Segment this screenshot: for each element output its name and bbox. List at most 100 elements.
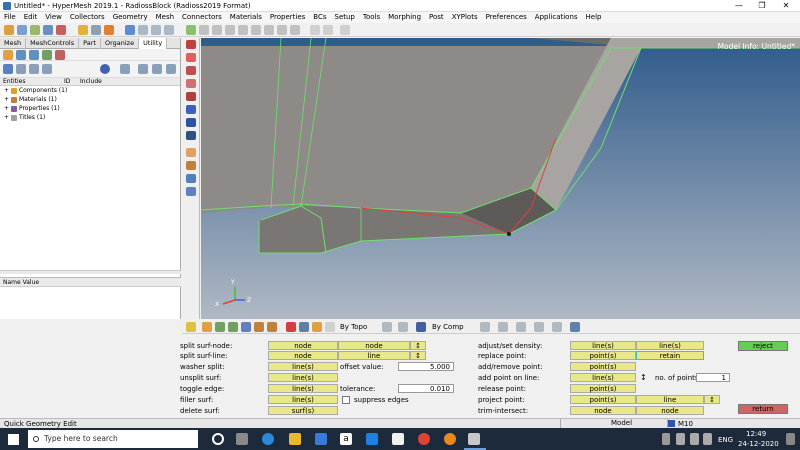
- pan-icon[interactable]: [225, 25, 235, 35]
- display-style-icon[interactable]: [382, 322, 392, 332]
- taskbar-search-box[interactable]: Type here to search: [28, 430, 198, 448]
- trim-intersect-btn-1[interactable]: node: [570, 406, 636, 415]
- adjust-density-btn-2[interactable]: line(s): [636, 341, 704, 350]
- view-front-icon[interactable]: [138, 25, 148, 35]
- split-surf-node-toggle[interactable]: ↕: [410, 341, 426, 350]
- tree-item-components[interactable]: + Components (1): [0, 86, 180, 95]
- view-options-icon[interactable]: [340, 25, 350, 35]
- expand-icon[interactable]: +: [4, 114, 11, 121]
- edge-browser-icon[interactable]: [262, 433, 274, 445]
- shading-icon[interactable]: [552, 322, 562, 332]
- save-icon[interactable]: [17, 25, 27, 35]
- npoints-toggle[interactable]: ↕: [640, 373, 647, 382]
- mask-icon[interactable]: [202, 322, 212, 332]
- tab-organize[interactable]: Organize: [101, 38, 140, 49]
- element-style-icon[interactable]: [498, 322, 508, 332]
- unmask-icon[interactable]: [215, 322, 225, 332]
- mask-all-icon[interactable]: [228, 322, 238, 332]
- view-top-icon[interactable]: [164, 25, 174, 35]
- suppress-edges-checkbox[interactable]: [342, 396, 350, 404]
- by-comp-select[interactable]: By Comp: [432, 323, 464, 331]
- user-icon[interactable]: [78, 25, 88, 35]
- find-attached-icon[interactable]: [254, 322, 264, 332]
- by-topo-select[interactable]: By Topo: [340, 323, 367, 331]
- export-icon[interactable]: [43, 25, 53, 35]
- fit-icon[interactable]: [186, 25, 196, 35]
- menu-applications[interactable]: Applications: [531, 12, 582, 23]
- entities-column[interactable]: Entities: [3, 78, 25, 85]
- cortana-icon[interactable]: [212, 433, 224, 445]
- element-icon[interactable]: [186, 118, 196, 127]
- entity-view-icon[interactable]: [3, 64, 13, 74]
- menu-post[interactable]: Post: [425, 12, 448, 23]
- shade-icon[interactable]: [186, 187, 196, 196]
- point-icon[interactable]: [186, 92, 196, 101]
- menu-materials[interactable]: Materials: [226, 12, 266, 23]
- volume-icon[interactable]: [690, 433, 699, 445]
- washer-split-btn[interactable]: line(s): [268, 362, 338, 371]
- adjust-density-btn-1[interactable]: line(s): [570, 341, 636, 350]
- language-indicator[interactable]: ENG: [718, 436, 733, 444]
- mail-icon[interactable]: [315, 433, 327, 445]
- expand-icon[interactable]: +: [4, 87, 11, 94]
- measure-icon[interactable]: [186, 148, 196, 157]
- amazon-icon[interactable]: a: [340, 433, 352, 445]
- transform-icon[interactable]: [299, 322, 309, 332]
- line-style-icon[interactable]: [516, 322, 526, 332]
- geometry-icon[interactable]: [186, 40, 196, 49]
- view-iso-icon[interactable]: [125, 25, 135, 35]
- chrome-canary-icon[interactable]: [444, 433, 456, 445]
- browser-icon-5[interactable]: [55, 50, 65, 60]
- menu-file[interactable]: File: [0, 12, 20, 23]
- panel-splitter[interactable]: [0, 270, 181, 274]
- transparency-icon[interactable]: [570, 322, 580, 332]
- abc-icon[interactable]: [186, 161, 196, 170]
- return-button[interactable]: return: [738, 404, 788, 414]
- line-icon[interactable]: [186, 79, 196, 88]
- id-column[interactable]: ID: [64, 78, 70, 85]
- browser-icon-3[interactable]: [29, 50, 39, 60]
- hide-icon[interactable]: [152, 64, 162, 74]
- toggle-edge-btn[interactable]: line(s): [268, 384, 338, 393]
- delete-icon[interactable]: [286, 322, 296, 332]
- app-icon[interactable]: [392, 433, 404, 445]
- split-surf-node-btn-2[interactable]: node: [338, 341, 410, 350]
- reverse-icon[interactable]: [166, 64, 176, 74]
- expand-icon[interactable]: +: [4, 96, 11, 103]
- menu-collectors[interactable]: Collectors: [66, 12, 109, 23]
- surface-icon[interactable]: [186, 53, 196, 62]
- tab-utility[interactable]: Utility: [139, 38, 168, 49]
- menu-help[interactable]: Help: [582, 12, 606, 23]
- add-point-on-line-btn[interactable]: line(s): [570, 373, 636, 382]
- project-point-toggle[interactable]: ↕: [704, 395, 720, 404]
- rotate-left-icon[interactable]: [264, 25, 274, 35]
- find-icon[interactable]: [42, 64, 52, 74]
- menu-preferences[interactable]: Preferences: [482, 12, 531, 23]
- split-surf-line-toggle[interactable]: ↕: [410, 351, 426, 360]
- import-icon[interactable]: [30, 25, 40, 35]
- tree-item-titles[interactable]: + Titles (1): [0, 113, 180, 122]
- close-button[interactable]: ✕: [775, 0, 797, 12]
- browser-icon-2[interactable]: [16, 50, 26, 60]
- organize-icon[interactable]: [312, 322, 322, 332]
- tree-item-properties[interactable]: + Properties (1): [0, 104, 180, 113]
- menu-properties[interactable]: Properties: [266, 12, 309, 23]
- no-of-points-input[interactable]: 1: [696, 373, 730, 382]
- file-explorer-icon[interactable]: [289, 433, 301, 445]
- project-point-btn-2[interactable]: line: [636, 395, 704, 404]
- include-column[interactable]: Include: [80, 78, 102, 85]
- show-icon[interactable]: [138, 64, 148, 74]
- model-view-icon[interactable]: [16, 64, 26, 74]
- tree-item-materials[interactable]: + Materials (1): [0, 95, 180, 104]
- menu-view[interactable]: View: [41, 12, 66, 23]
- mesh-style-icon[interactable]: [480, 322, 490, 332]
- center-icon[interactable]: [290, 25, 300, 35]
- menu-geometry[interactable]: Geometry: [109, 12, 152, 23]
- tab-part[interactable]: Part: [79, 38, 101, 49]
- chrome-icon[interactable]: [418, 433, 430, 445]
- windows-start-icon[interactable]: [8, 434, 19, 445]
- wire-style-icon[interactable]: [398, 322, 408, 332]
- browser-icon-1[interactable]: [3, 50, 13, 60]
- maximize-button[interactable]: ❐: [751, 0, 773, 12]
- node-icon[interactable]: [186, 131, 196, 140]
